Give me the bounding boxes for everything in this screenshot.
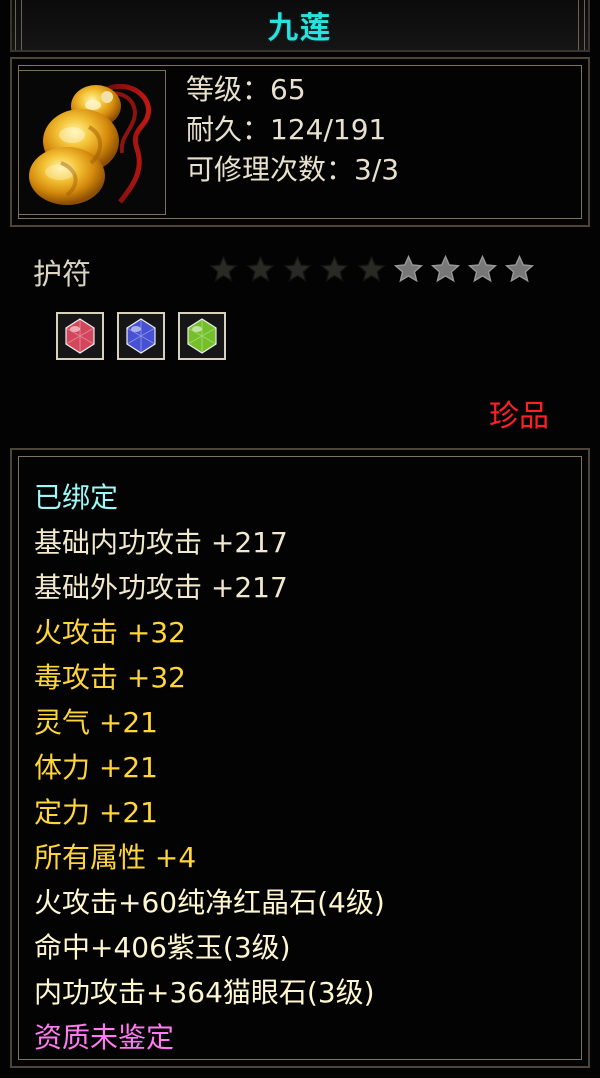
attribute-line: 命中+406紫玉(3级) <box>34 931 291 964</box>
attribute-line: 灵气 +21 <box>34 706 158 739</box>
item-stats: 等级：65 耐久：124/191 可修理次数：3/3 <box>186 70 399 190</box>
purple-gem-icon[interactable] <box>117 312 165 360</box>
filled-star-icon <box>318 253 351 286</box>
attribute-line: 已绑定 <box>34 481 119 514</box>
attribute-line: 基础内功攻击 +217 <box>34 526 288 559</box>
attribute-line: 火攻击+60纯净红晶石(4级) <box>34 886 385 919</box>
empty-star-icon <box>392 253 425 286</box>
item-title: 九莲 <box>268 11 332 46</box>
title-bar: 九莲 <box>10 0 590 52</box>
attribute-line: 火攻击 +32 <box>34 616 186 649</box>
durability-text: 耐久：124/191 <box>186 113 387 146</box>
attribute-line: 毒攻击 +32 <box>34 661 186 694</box>
filled-star-icon <box>244 253 277 286</box>
attribute-line: 内功攻击+364猫眼石(3级) <box>34 976 375 1009</box>
red-gem-icon[interactable] <box>56 312 104 360</box>
enhancement-stars <box>207 253 536 286</box>
repair-count-text: 可修理次数：3/3 <box>186 153 400 186</box>
gourd-amulet-icon <box>29 83 152 205</box>
green-gem-icon[interactable] <box>178 312 226 360</box>
attribute-line: 体力 +21 <box>34 751 158 784</box>
rarity-label: 珍品 <box>489 399 549 434</box>
attribute-line: 资质未鉴定 <box>34 1021 175 1054</box>
filled-star-icon <box>355 253 388 286</box>
empty-star-icon <box>429 253 462 286</box>
attribute-line: 定力 +21 <box>34 796 158 829</box>
attribute-list: 已绑定基础内功攻击 +217 基础外功攻击 +217 火攻击 +32 毒攻击 +32 灵… <box>34 475 385 1060</box>
filled-star-icon <box>207 253 240 286</box>
attribute-line: 基础外功攻击 +217 <box>34 571 288 604</box>
filled-star-icon <box>281 253 314 286</box>
item-tooltip: 九莲 等级：65 耐久：124/191 可修理次数：3/3 护符 珍品 已绑定 … <box>0 0 600 1078</box>
item-icon-box[interactable] <box>18 70 166 215</box>
item-type-label: 护符 <box>33 257 92 291</box>
level-text: 等级：65 <box>186 73 306 106</box>
empty-star-icon <box>503 253 536 286</box>
gem-sockets <box>56 312 226 360</box>
attribute-line: 所有属性 +4 <box>34 841 197 874</box>
empty-star-icon <box>466 253 499 286</box>
